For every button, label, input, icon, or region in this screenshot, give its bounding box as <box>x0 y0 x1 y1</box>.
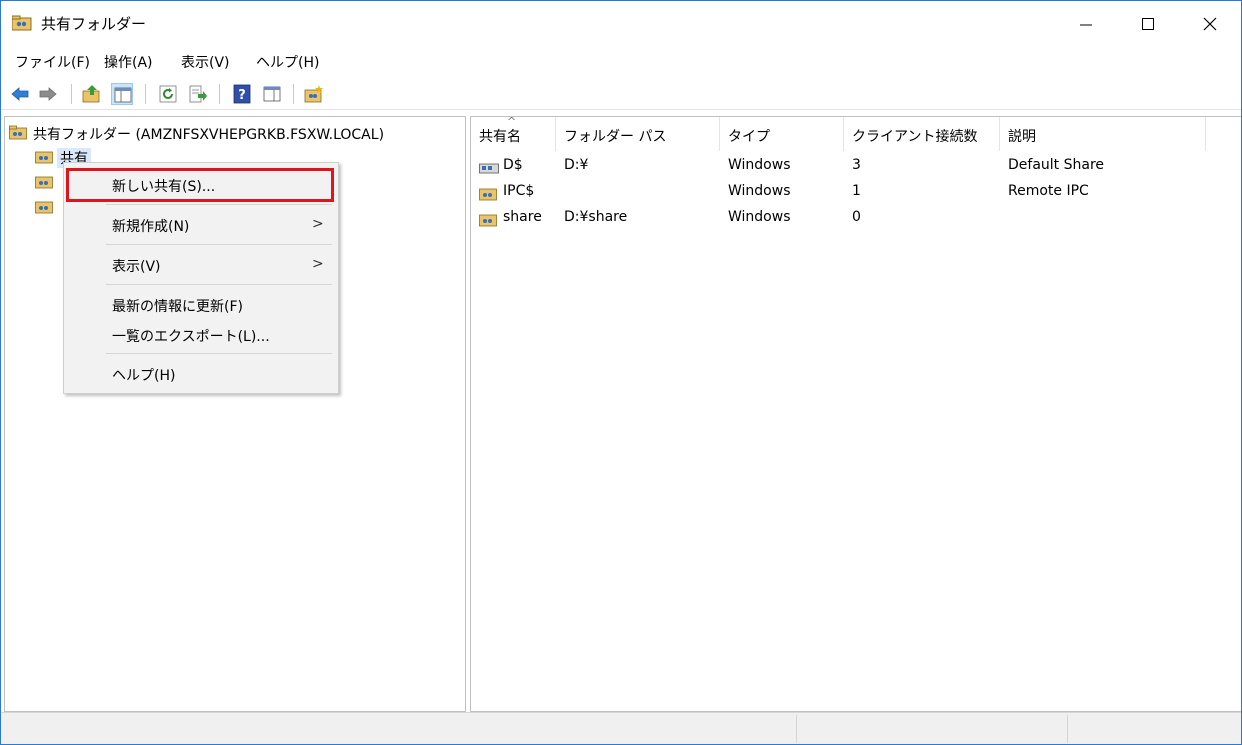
shared-folder-icon <box>9 125 27 140</box>
admin-share-icon <box>479 160 499 175</box>
title-bar: 共有フォルダー <box>1 1 1241 47</box>
maximize-button[interactable] <box>1119 1 1177 47</box>
forward-button[interactable] <box>37 83 59 105</box>
open-files-folder-icon <box>35 199 53 214</box>
tree-root-shared-folders[interactable]: 共有フォルダー (AMZNFSXVHEPGRKB.FSXW.LOCAL) <box>9 122 449 144</box>
menu-separator <box>106 284 332 285</box>
share-row[interactable]: IPC$ Windows 1 Remote IPC <box>471 179 1241 205</box>
toolbar-separator <box>145 84 146 104</box>
toolbar-separator <box>219 84 220 104</box>
menu-view[interactable]: 表示(V) <box>181 52 230 72</box>
share-folder-icon <box>479 212 497 227</box>
sessions-folder-icon <box>35 174 53 189</box>
share-row[interactable]: D$ D:¥ Windows 3 Default Share <box>471 153 1241 179</box>
back-button[interactable] <box>9 83 31 105</box>
close-button[interactable] <box>1181 1 1239 47</box>
toolbar-separator <box>71 84 72 104</box>
tree-root-label: 共有フォルダー (AMZNFSXVHEPGRKB.FSXW.LOCAL) <box>33 127 385 143</box>
annotation-highlight-box <box>66 168 334 202</box>
menu-action[interactable]: 操作(A) <box>104 52 153 72</box>
export-list-button[interactable] <box>187 83 209 105</box>
show-hide-console-tree-button[interactable] <box>111 83 133 105</box>
window-title: 共有フォルダー <box>41 15 147 33</box>
column-header-folder-path[interactable]: フォルダー パス <box>556 117 720 151</box>
menu-separator <box>106 244 332 245</box>
results-list-pane: ^ 共有名 フォルダー パス タイプ クライアント接続数 説明 D$ D:¥ W… <box>470 116 1241 712</box>
menu-item-export-list[interactable]: 一覧のエクスポート(L)... <box>64 321 338 349</box>
minimize-button[interactable] <box>1057 1 1115 47</box>
folder-path-cell: D:¥share <box>564 209 628 225</box>
share-row[interactable]: share D:¥share Windows 0 <box>471 205 1241 231</box>
back-arrow-icon <box>11 87 29 101</box>
shares-folder-icon <box>35 149 53 164</box>
new-share-toolbar-button[interactable] <box>303 83 325 105</box>
menu-bar: ファイル(F) 操作(A) 表示(V) ヘルプ(H) <box>1 47 1241 75</box>
menu-item-refresh[interactable]: 最新の情報に更新(F) <box>64 291 338 319</box>
menu-separator <box>106 353 332 354</box>
column-header-share-name[interactable]: ^ 共有名 <box>471 117 556 151</box>
column-header-type[interactable]: タイプ <box>720 117 844 151</box>
refresh-icon <box>159 85 177 103</box>
up-one-level-button[interactable] <box>81 83 103 105</box>
description-cell: Remote IPC <box>1008 183 1089 199</box>
svg-text:?: ? <box>238 88 246 103</box>
action-pane-button[interactable] <box>261 83 283 105</box>
menu-file[interactable]: ファイル(F) <box>15 52 90 72</box>
client-connections-cell: 3 <box>852 157 861 173</box>
submenu-arrow-icon: > <box>312 216 324 232</box>
submenu-arrow-icon: > <box>312 256 324 272</box>
shared-folder-app-icon <box>11 15 32 31</box>
refresh-button[interactable] <box>157 83 179 105</box>
folder-path-cell: D:¥ <box>564 157 589 173</box>
status-bar <box>1 712 1241 744</box>
export-list-icon <box>189 85 207 103</box>
client-connections-cell: 1 <box>852 183 861 199</box>
status-segment <box>1 715 797 743</box>
client-connections-cell: 0 <box>852 209 861 225</box>
forward-arrow-icon <box>39 87 57 101</box>
type-cell: Windows <box>728 157 791 173</box>
menu-help[interactable]: ヘルプ(H) <box>256 52 319 72</box>
toolbar: ? <box>1 77 1241 110</box>
status-segment <box>797 715 1068 743</box>
share-folder-icon <box>479 186 497 201</box>
new-share-icon <box>304 85 323 103</box>
toolbar-separator <box>293 84 294 104</box>
type-cell: Windows <box>728 183 791 199</box>
help-button[interactable]: ? <box>231 83 253 105</box>
close-icon <box>1203 17 1217 31</box>
menu-separator <box>106 204 332 205</box>
context-menu: 新しい共有(S)... 新規作成(N) > 表示(V) > 最新の情報に更新(F… <box>63 162 339 394</box>
up-folder-icon <box>82 85 100 103</box>
menu-item-help[interactable]: ヘルプ(H) <box>64 360 338 388</box>
column-header-client-connections[interactable]: クライアント接続数 <box>844 117 1000 151</box>
menu-item-new[interactable]: 新規作成(N) > <box>64 211 338 239</box>
menu-item-view[interactable]: 表示(V) > <box>64 251 338 279</box>
shared-folders-window: 共有フォルダー ファイル(F) 操作(A) 表示(V) ヘルプ(H) ? 共有フ… <box>0 0 1242 745</box>
description-cell: Default Share <box>1008 157 1105 173</box>
show-hide-tree-icon <box>114 87 132 103</box>
properties-pane-icon <box>263 86 281 102</box>
help-icon: ? <box>233 84 251 104</box>
minimize-icon <box>1080 24 1092 26</box>
column-header-description[interactable]: 説明 <box>1000 117 1206 151</box>
type-cell: Windows <box>728 209 791 225</box>
maximize-icon <box>1142 18 1154 30</box>
